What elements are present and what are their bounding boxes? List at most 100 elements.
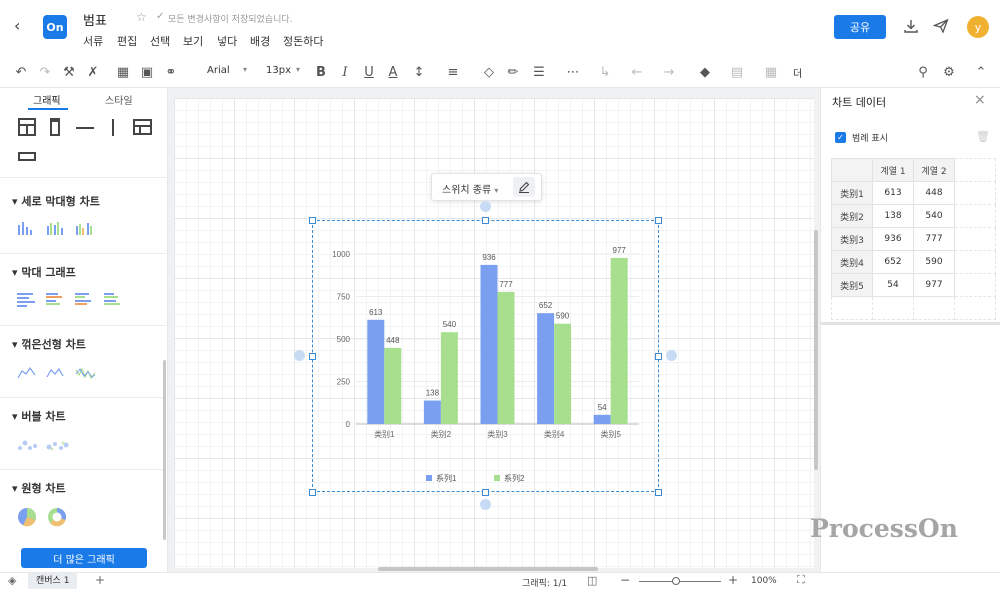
table-cell[interactable]: 936 <box>872 227 914 251</box>
italic-icon[interactable]: I <box>336 63 354 81</box>
canvas-tab[interactable]: 캔버스 1 <box>28 573 78 589</box>
menu-edit[interactable]: 편집 <box>117 33 137 49</box>
table-cell[interactable]: 448 <box>913 181 955 205</box>
undo-icon[interactable]: ↶ <box>12 63 30 81</box>
layers-icon[interactable]: ◈ <box>8 574 16 587</box>
connection-point[interactable] <box>666 350 677 361</box>
fill-color-icon[interactable]: ◇ <box>480 63 498 81</box>
search-replace-icon[interactable]: ⚲ <box>914 63 932 81</box>
avatar[interactable]: y <box>967 16 989 38</box>
table-row-label[interactable]: 类别3 <box>831 227 873 251</box>
settings-sliders-icon[interactable]: ⚙ <box>940 63 958 81</box>
pie-chart-icon[interactable] <box>17 507 73 533</box>
section-bubble-charts[interactable]: ▾ 버블 차트 <box>12 408 66 424</box>
table-empty-cell[interactable] <box>954 227 996 251</box>
fullscreen-icon[interactable]: ⛶ <box>797 573 805 587</box>
legend-checkbox[interactable]: ✓ <box>835 132 846 143</box>
shape-column-icon[interactable] <box>50 118 60 136</box>
table-header-cell[interactable]: 계열 2 <box>913 158 955 182</box>
table-corner-cell[interactable] <box>831 158 873 182</box>
back-icon[interactable]: ‹ <box>14 16 30 36</box>
trash-icon[interactable]: 🗑 <box>976 130 990 143</box>
canvas-hscrollbar[interactable] <box>378 567 598 571</box>
font-size-select[interactable]: 13px <box>266 65 291 76</box>
table-cell[interactable]: 540 <box>913 204 955 228</box>
link-icon[interactable]: ⚭ <box>162 63 180 81</box>
table-empty-cell[interactable] <box>913 296 955 320</box>
group-icon[interactable]: ▦ <box>762 63 780 81</box>
shape-table-icon[interactable] <box>18 118 36 136</box>
share-button[interactable]: 공유 <box>834 15 886 39</box>
table-row-label[interactable]: 类别2 <box>831 204 873 228</box>
clear-format-icon[interactable]: ✗ <box>84 63 102 81</box>
table-empty-cell[interactable] <box>954 181 996 205</box>
zoom-slider-thumb[interactable] <box>672 577 680 585</box>
bar-chart[interactable]: 0 250 500 750 1000 613 448 类别1 138 540 类别2 936 777 类别… <box>313 221 658 491</box>
collapse-up-icon[interactable]: ⌃ <box>972 63 990 81</box>
doc-title[interactable]: 범표 <box>83 10 107 29</box>
download-icon[interactable] <box>903 18 919 34</box>
map-icon[interactable]: ◫ <box>587 574 597 587</box>
canvas-vscrollbar[interactable] <box>814 230 818 470</box>
table-cell[interactable]: 977 <box>913 273 955 297</box>
table-row-label[interactable]: 类别5 <box>831 273 873 297</box>
bold-icon[interactable]: B <box>312 63 330 81</box>
align-icon[interactable]: ≡ <box>444 63 462 81</box>
menu-arrange[interactable]: 정돈하다 <box>283 33 323 49</box>
menu-select[interactable]: 선택 <box>150 33 170 49</box>
section-pie-charts[interactable]: ▾ 원형 차트 <box>12 480 66 496</box>
table-cell[interactable]: 54 <box>872 273 914 297</box>
zoom-out-icon[interactable]: − <box>620 573 630 587</box>
bubble-chart-icon[interactable] <box>17 437 73 457</box>
app-logo[interactable]: On <box>43 15 67 39</box>
close-icon[interactable]: × <box>974 92 986 108</box>
font-family-select[interactable]: Arial <box>207 65 230 76</box>
edit-pencil-icon[interactable] <box>513 177 535 197</box>
menu-file[interactable]: 서류 <box>83 33 103 49</box>
arrow-start-icon[interactable]: ← <box>628 63 646 81</box>
shape-vline-icon[interactable] <box>112 119 114 136</box>
table-row-label[interactable]: 类别1 <box>831 181 873 205</box>
arrow-end-icon[interactable]: → <box>660 63 678 81</box>
add-canvas-icon[interactable]: + <box>95 573 105 587</box>
zoom-in-icon[interactable]: + <box>728 573 738 587</box>
bar-chart-icon[interactable] <box>17 292 127 312</box>
panel-scrollbar[interactable] <box>163 360 166 540</box>
table-cell[interactable]: 590 <box>913 250 955 274</box>
shape-grid-icon[interactable] <box>133 119 152 135</box>
line-style-icon[interactable]: ⋯ <box>564 63 582 81</box>
menu-view[interactable]: 보기 <box>183 33 203 49</box>
zoom-slider[interactable] <box>639 581 721 582</box>
line-spacing-icon[interactable]: ↕ <box>410 63 428 81</box>
table-cell[interactable]: 613 <box>872 181 914 205</box>
table-cell[interactable]: 777 <box>913 227 955 251</box>
table-empty-cell[interactable] <box>831 296 873 320</box>
font-color-icon[interactable]: A <box>384 63 402 81</box>
section-column-charts[interactable]: ▾ 세로 막대형 차트 <box>12 193 100 209</box>
table-cell[interactable]: 652 <box>872 250 914 274</box>
connection-point[interactable] <box>480 499 491 510</box>
table-cell[interactable]: 138 <box>872 204 914 228</box>
switch-type-button[interactable]: 스위치 종류 ▾ <box>442 181 498 196</box>
chart-data-table[interactable]: 계열 1 계열 2 类别1 613 448 类别2 138 540 类别3 93… <box>831 158 996 320</box>
layer-icon[interactable]: ◆ <box>696 63 714 81</box>
distribute-icon[interactable]: ▤ <box>728 63 746 81</box>
section-line-charts[interactable]: ▾ 꺾은선형 차트 <box>12 336 86 352</box>
line-color-icon[interactable]: ✏ <box>504 63 522 81</box>
menu-background[interactable]: 배경 <box>250 33 270 49</box>
shape-hline-icon[interactable] <box>76 127 94 129</box>
connector-icon[interactable]: ↳ <box>596 63 614 81</box>
star-icon[interactable]: ☆ <box>136 10 147 24</box>
table-row-label[interactable]: 类别4 <box>831 250 873 274</box>
more-graphics-button[interactable]: 더 많은 그래픽 <box>21 548 147 568</box>
connection-point[interactable] <box>480 201 491 212</box>
table-empty-cell[interactable] <box>954 296 996 320</box>
connection-point[interactable] <box>294 350 305 361</box>
table-icon[interactable]: ▦ <box>114 63 132 81</box>
tab-style[interactable]: 스타일 <box>105 92 133 107</box>
more-menu[interactable]: 더 <box>793 65 802 80</box>
table-header-cell[interactable]: 계열 1 <box>872 158 914 182</box>
image-icon[interactable]: ▣ <box>138 63 156 81</box>
format-painter-icon[interactable]: ⚒ <box>60 63 78 81</box>
table-empty-cell[interactable] <box>954 204 996 228</box>
